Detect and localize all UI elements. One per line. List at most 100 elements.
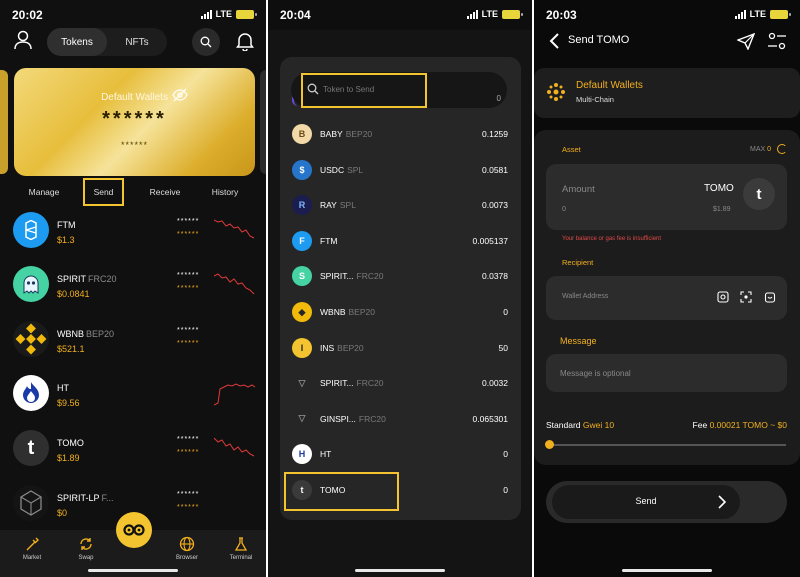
tab-tokens[interactable]: Tokens	[47, 28, 107, 56]
network-label: LTE	[749, 9, 766, 19]
bell-icon[interactable]	[236, 31, 254, 51]
token-price: $0	[57, 508, 68, 518]
nav-swap[interactable]: Swap	[66, 536, 106, 561]
spirit-lp-logo-icon	[13, 485, 49, 521]
amount-input[interactable]: Amount 0 TOMO $1.89 t	[546, 164, 787, 230]
address-placeholder: Wallet Address	[562, 293, 609, 300]
token-value-mask: ******	[177, 231, 200, 238]
tomo-logo-icon[interactable]: t	[743, 178, 775, 210]
prev-card-peek	[0, 70, 8, 174]
token-row[interactable]: WBNB BEP20 $521.1 ****** ******	[0, 319, 266, 371]
token-balance-mask: ******	[177, 491, 200, 498]
token-name: SPIRIT FRC20	[57, 274, 117, 284]
history-button[interactable]: History	[203, 178, 247, 206]
token-name: HT	[57, 383, 69, 393]
token-search-field[interactable]: Token to Send 0	[291, 72, 507, 108]
token-logo-icon: F	[292, 230, 312, 251]
page-title: Send TOMO	[568, 34, 630, 46]
signal-icon	[200, 9, 212, 19]
tab-nfts[interactable]: NFTs	[107, 28, 167, 56]
chevron-right-icon	[718, 495, 726, 509]
token-row[interactable]: FTM $1.3 ****** ******	[0, 210, 266, 262]
send-submit-button[interactable]: Send	[552, 485, 740, 519]
tomo-logo-icon[interactable]	[116, 512, 152, 548]
contacts-icon[interactable]	[717, 291, 729, 303]
nav-terminal[interactable]: Terminal	[221, 536, 261, 561]
token-option-row[interactable]: ▽ SPIRIT... FRC20 0.0032	[280, 366, 521, 400]
battery-icon	[770, 9, 791, 19]
token-row[interactable]: t TOMO $1.89 ****** ******	[0, 428, 266, 480]
status-indicators: LTE	[200, 9, 257, 19]
fee-slider-handle[interactable]	[545, 440, 554, 449]
token-option-row[interactable]: ◆ WBNB BEP20 0	[280, 295, 521, 329]
token-row[interactable]: HT $9.56	[0, 373, 266, 425]
message-input[interactable]: Message is optional	[546, 354, 787, 392]
battery-icon	[236, 9, 257, 19]
token-price: $1.89	[57, 453, 80, 463]
receive-button[interactable]: Receive	[142, 178, 188, 206]
nav-market[interactable]: Market	[12, 536, 52, 561]
settings-sliders-icon[interactable]	[767, 32, 787, 50]
network-label: LTE	[215, 9, 232, 19]
token-option-balance: 0.0581	[482, 164, 508, 175]
fee-row: Standard Gwei 10 Fee 0.00021 TOMO ~ $0	[546, 420, 787, 434]
status-bar: 20:03 LTE	[534, 8, 800, 26]
search-highlight	[301, 73, 427, 108]
wallet-card[interactable]: Default Wallets ****** ******	[14, 68, 255, 176]
token-value-mask: ******	[177, 504, 200, 511]
status-bar: 20:02 LTE	[0, 8, 266, 26]
profile-icon[interactable]	[14, 30, 32, 50]
eye-off-icon[interactable]	[172, 88, 188, 102]
token-option-balance: 0.065301	[472, 413, 508, 424]
search-icon	[200, 36, 212, 48]
status-bar: 20:04 LTE	[268, 8, 532, 26]
wallet-selector[interactable]: Default Wallets Multi-Chain	[534, 68, 800, 118]
scan-icon[interactable]	[740, 291, 752, 303]
token-option-row[interactable]: B BABY BEP20 0.1259	[280, 117, 521, 151]
token-row[interactable]: SPIRIT FRC20 $0.0841 ****** ******	[0, 264, 266, 316]
token-balance-mask: ******	[177, 327, 200, 334]
clipboard-icon[interactable]	[764, 291, 776, 303]
token-option-row[interactable]: H HT 0	[280, 437, 521, 471]
token-option-name: RAY SPL	[320, 200, 356, 211]
send-bar: Send	[546, 481, 787, 523]
token-option-row[interactable]: ▽ GINSPI... FRC20 0.065301	[280, 402, 521, 436]
nav-browser[interactable]: Browser	[167, 536, 207, 561]
token-logo-icon: S	[292, 266, 312, 287]
fee-slider-track[interactable]	[548, 444, 786, 446]
loading-icon	[777, 144, 787, 154]
token-logo-icon: ◆	[292, 302, 312, 322]
wallet-name: Default Wallets	[101, 92, 168, 103]
token-value-mask: ******	[177, 340, 200, 347]
status-indicators: LTE	[466, 9, 523, 19]
send-form-screen: 20:03 LTE Send TOMO Default Wallets Mult…	[534, 0, 800, 577]
token-option-row[interactable]: R RAY SPL 0.0073	[280, 188, 521, 222]
paper-plane-icon[interactable]	[737, 32, 755, 50]
ftm-logo-icon	[13, 212, 49, 248]
token-name: FTM	[57, 220, 76, 230]
token-option-row[interactable]: $ USDC SPL 0.0581	[280, 153, 521, 187]
token-value-mask: ******	[177, 449, 200, 456]
message-label: Message	[560, 336, 597, 346]
token-price: $521.1	[57, 344, 85, 354]
wallet-actions: Manage Send Receive History	[0, 178, 266, 206]
price-sparkline	[214, 273, 255, 295]
battery-icon	[502, 9, 523, 19]
sub-balance-mask: ******	[120, 140, 148, 150]
token-option-name: USDC SPL	[320, 164, 364, 175]
asset-tabs: Tokens NFTs	[47, 28, 167, 56]
token-option-row[interactable]: I INS BEP20 50	[280, 331, 521, 365]
message-placeholder: Message is optional	[560, 369, 631, 378]
token-option-row[interactable]: S SPIRIT... FRC20 0.0378	[280, 259, 521, 293]
token-option-balance: 0.1259	[482, 129, 508, 139]
token-logo-icon: ▽	[292, 408, 312, 429]
swap-icon	[80, 538, 92, 550]
search-button[interactable]	[192, 28, 220, 56]
manage-button[interactable]: Manage	[20, 178, 68, 206]
max-button[interactable]: MAX 0	[750, 146, 771, 153]
token-option-row[interactable]: F FTM 0.005137	[280, 224, 521, 258]
status-indicators: LTE	[734, 9, 791, 19]
back-arrow-icon[interactable]	[548, 32, 560, 50]
address-input[interactable]: Wallet Address	[546, 276, 787, 320]
send-button[interactable]: Send	[83, 178, 124, 206]
